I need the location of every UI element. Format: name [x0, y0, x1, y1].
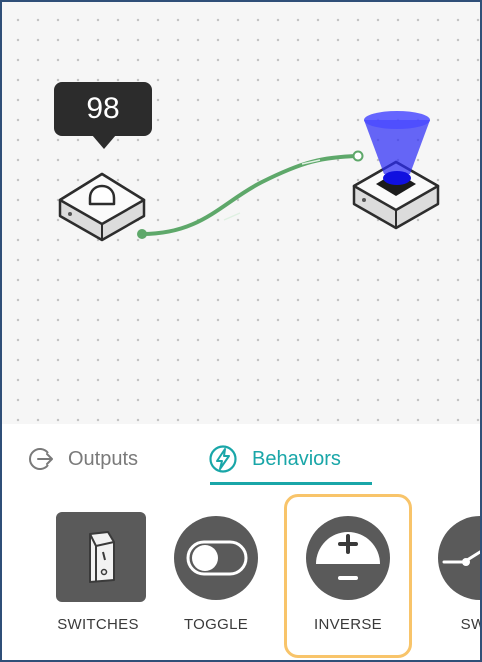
tile-switch-label: SWIT — [460, 616, 480, 633]
lightning-icon — [208, 444, 238, 474]
tile-switch[interactable]: SWIT — [430, 512, 480, 633]
component-panel: Outputs Behaviors SWITCHES TOGGLE INVERS… — [2, 424, 480, 660]
tab-behaviors[interactable]: Behaviors — [208, 444, 341, 474]
toggle-icon — [174, 516, 258, 600]
tab-outputs-label: Outputs — [68, 447, 139, 470]
wire-end-handle — [352, 150, 364, 162]
connection-wire — [140, 154, 360, 236]
tile-inverse-label: INVERSE — [314, 616, 382, 633]
tab-behaviors-label: Behaviors — [252, 447, 341, 470]
button-node[interactable] — [58, 172, 146, 242]
tile-toggle-label: TOGGLE — [183, 616, 249, 633]
tile-switches-label: SWITCHES — [57, 616, 139, 633]
workspace-canvas[interactable]: 98 — [2, 2, 480, 424]
rocker-switch-icon — [56, 512, 146, 602]
tile-switches[interactable]: SWITCHES — [48, 512, 148, 633]
active-tab-indicator — [210, 482, 372, 485]
value-tooltip: 98 — [54, 82, 152, 149]
canvas-svg — [58, 111, 440, 242]
switch-line-icon — [438, 516, 480, 600]
arrow-exit-icon — [28, 446, 54, 472]
tab-outputs[interactable]: Outputs — [28, 444, 138, 474]
value-text: 98 — [86, 92, 120, 125]
plus-minus-dial-icon — [306, 516, 390, 600]
light-node[interactable] — [352, 111, 440, 230]
app-frame: 98 Outputs Behaviors SWITCHES TOGGLE INV… — [0, 0, 482, 662]
tile-toggle[interactable]: TOGGLE — [166, 512, 266, 633]
tile-inverse[interactable]: INVERSE — [298, 512, 398, 633]
wire-start-handle — [137, 229, 147, 239]
